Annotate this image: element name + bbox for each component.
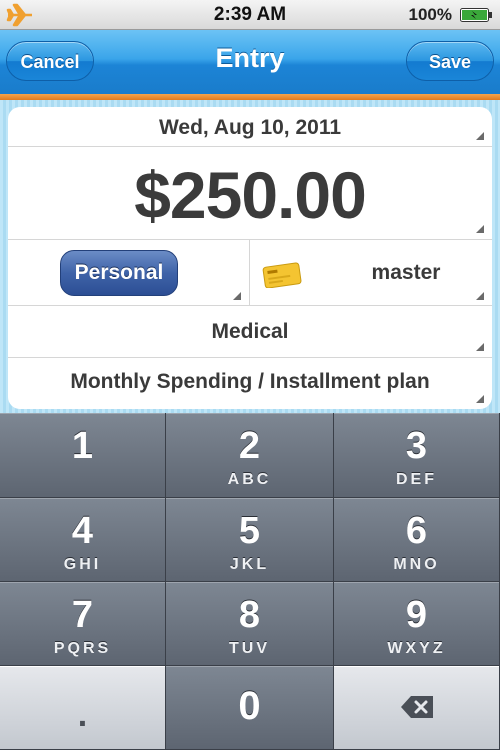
amount-value: $250.00 <box>134 158 367 232</box>
battery-percent: 100% <box>408 5 452 24</box>
key-3[interactable]: 3 DEF <box>334 413 500 498</box>
key-5[interactable]: 5 JKL <box>166 498 334 582</box>
key-number: 6 <box>405 510 428 552</box>
key-2[interactable]: 2 ABC <box>166 413 334 498</box>
key-1[interactable]: 1 <box>0 413 166 498</box>
category-value: Medical <box>211 320 289 343</box>
plan-row[interactable]: Monthly Spending / Installment plan <box>8 358 492 409</box>
category-row[interactable]: Medical <box>8 306 492 358</box>
payment-method-cell[interactable]: master <box>250 240 492 306</box>
disclosure-corner-icon <box>476 343 484 351</box>
key-letters: DEF <box>396 471 437 488</box>
battery-icon <box>460 8 492 22</box>
account-type-cell[interactable]: Personal <box>8 240 250 306</box>
key-9[interactable]: 9 WXYZ <box>334 582 500 666</box>
decimal-key[interactable]: . <box>0 666 166 750</box>
entry-form-card: Wed, Aug 10, 2011 $250.00 Personal maste… <box>8 107 492 409</box>
key-number: 2 <box>238 425 261 467</box>
payment-method-value: master <box>371 261 441 284</box>
key-letters: MNO <box>393 556 440 573</box>
date-value: Wed, Aug 10, 2011 <box>158 116 342 139</box>
key-4[interactable]: 4 GHI <box>0 498 166 582</box>
disclosure-corner-icon <box>476 292 484 300</box>
key-letters: GHI <box>63 556 102 573</box>
nav-bar: Cancel Entry Save <box>0 30 500 94</box>
key-6[interactable]: 6 MNO <box>334 498 500 582</box>
numeric-keypad: 1 2 ABC 3 DEF 4 GHI 5 JKL 6 MNO 7 PQRS 8… <box>0 413 500 750</box>
status-bar: 2:39 AM 100% <box>0 0 500 30</box>
save-button[interactable]: Save <box>406 41 494 81</box>
key-7[interactable]: 7 PQRS <box>0 582 166 666</box>
key-number: 1 <box>71 425 94 467</box>
disclosure-corner-icon <box>233 292 241 300</box>
amount-row[interactable]: $250.00 <box>8 147 492 240</box>
disclosure-corner-icon <box>476 132 484 140</box>
account-type-badge[interactable]: Personal <box>60 250 178 296</box>
backspace-key[interactable] <box>334 666 500 750</box>
key-number: 7 <box>71 594 94 636</box>
key-letters: PQRS <box>53 640 112 657</box>
key-0[interactable]: 0 <box>166 666 334 750</box>
key-number: 3 <box>405 425 428 467</box>
key-number: 0 <box>238 684 261 728</box>
date-row[interactable]: Wed, Aug 10, 2011 <box>8 107 492 147</box>
key-letters: ABC <box>227 471 272 488</box>
plan-value: Monthly Spending / Installment plan <box>70 370 430 393</box>
disclosure-corner-icon <box>476 395 484 403</box>
key-letters: JKL <box>229 556 270 573</box>
key-number: 8 <box>238 594 261 636</box>
decimal-symbol: . <box>77 696 88 734</box>
key-letters: TUV <box>229 640 270 657</box>
key-8[interactable]: 8 TUV <box>166 582 334 666</box>
key-number: 5 <box>238 510 261 552</box>
account-row: Personal master <box>8 240 492 306</box>
key-number: 4 <box>71 510 94 552</box>
key-number: 9 <box>405 594 428 636</box>
credit-card-icon <box>262 262 302 288</box>
disclosure-corner-icon <box>476 225 484 233</box>
backspace-icon <box>400 696 433 718</box>
key-letters: WXYZ <box>387 640 446 657</box>
form-background: Wed, Aug 10, 2011 $250.00 Personal maste… <box>0 100 500 413</box>
